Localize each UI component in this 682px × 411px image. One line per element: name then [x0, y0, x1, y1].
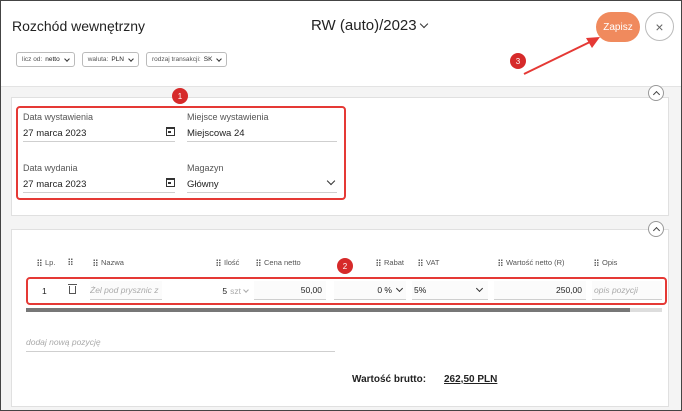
- column-header-lp[interactable]: Lp.: [37, 258, 55, 267]
- highlight-box-details: [16, 106, 346, 200]
- filter-currency[interactable]: waluta: PLN: [81, 52, 139, 67]
- annotation-badge-1: 1: [172, 88, 188, 104]
- add-position-input[interactable]: dodaj nową pozycję: [26, 333, 335, 352]
- chevron-down-icon: [128, 55, 134, 62]
- chevron-up-icon: [652, 226, 660, 235]
- positions-card: [11, 229, 669, 407]
- filter-transaction-type[interactable]: rodzaj transakcji: SK: [145, 52, 228, 67]
- collapse-positions-button[interactable]: [648, 221, 664, 237]
- scrollbar-thumb[interactable]: [26, 308, 630, 312]
- document-number-dropdown[interactable]: RW (auto)/2023: [311, 17, 428, 34]
- drag-handle-icon[interactable]: [93, 259, 98, 266]
- column-header-desc[interactable]: Opis: [594, 258, 617, 267]
- column-header-discount[interactable]: Rabat: [376, 258, 404, 267]
- column-header-name[interactable]: Nazwa: [93, 258, 124, 267]
- chevron-up-icon: [652, 90, 660, 99]
- drag-handle-icon[interactable]: [594, 259, 599, 266]
- chevron-down-icon: [216, 55, 223, 62]
- column-header-qty[interactable]: Ilość: [216, 258, 239, 267]
- drag-handle-icon[interactable]: [498, 259, 503, 266]
- filter-count-from[interactable]: licz od: netto: [16, 52, 75, 67]
- drag-handle-icon[interactable]: [376, 259, 381, 266]
- drag-handle-icon[interactable]: [256, 259, 261, 266]
- gross-total-value: 262,50 PLN: [444, 374, 498, 385]
- drag-handle-icon[interactable]: [37, 259, 42, 266]
- drag-handle-icon[interactable]: [68, 258, 73, 265]
- gross-total-label: Wartość brutto:: [352, 374, 427, 385]
- annotation-badge-2: 2: [337, 258, 353, 274]
- column-header-net-value[interactable]: Wartość netto (R): [498, 258, 564, 267]
- column-header-net-price[interactable]: Cena netto: [256, 258, 301, 267]
- drag-handle-icon[interactable]: [216, 259, 221, 266]
- chevron-down-icon: [63, 55, 70, 62]
- collapse-details-button[interactable]: [648, 85, 664, 101]
- column-header-handle[interactable]: [68, 258, 73, 265]
- page-title: Rozchód wewnętrzny: [12, 18, 146, 34]
- column-header-vat[interactable]: VAT: [418, 258, 439, 267]
- drag-handle-icon[interactable]: [418, 259, 423, 266]
- annotation-arrow: [523, 37, 600, 75]
- chevron-down-icon: [419, 19, 428, 28]
- highlight-box-row: [26, 277, 667, 305]
- horizontal-scrollbar[interactable]: [26, 308, 662, 312]
- document-number: RW (auto)/2023: [311, 17, 417, 34]
- filter-bar: licz od: netto waluta: PLN rodzaj transa…: [16, 52, 228, 67]
- close-icon[interactable]: ×: [645, 12, 674, 41]
